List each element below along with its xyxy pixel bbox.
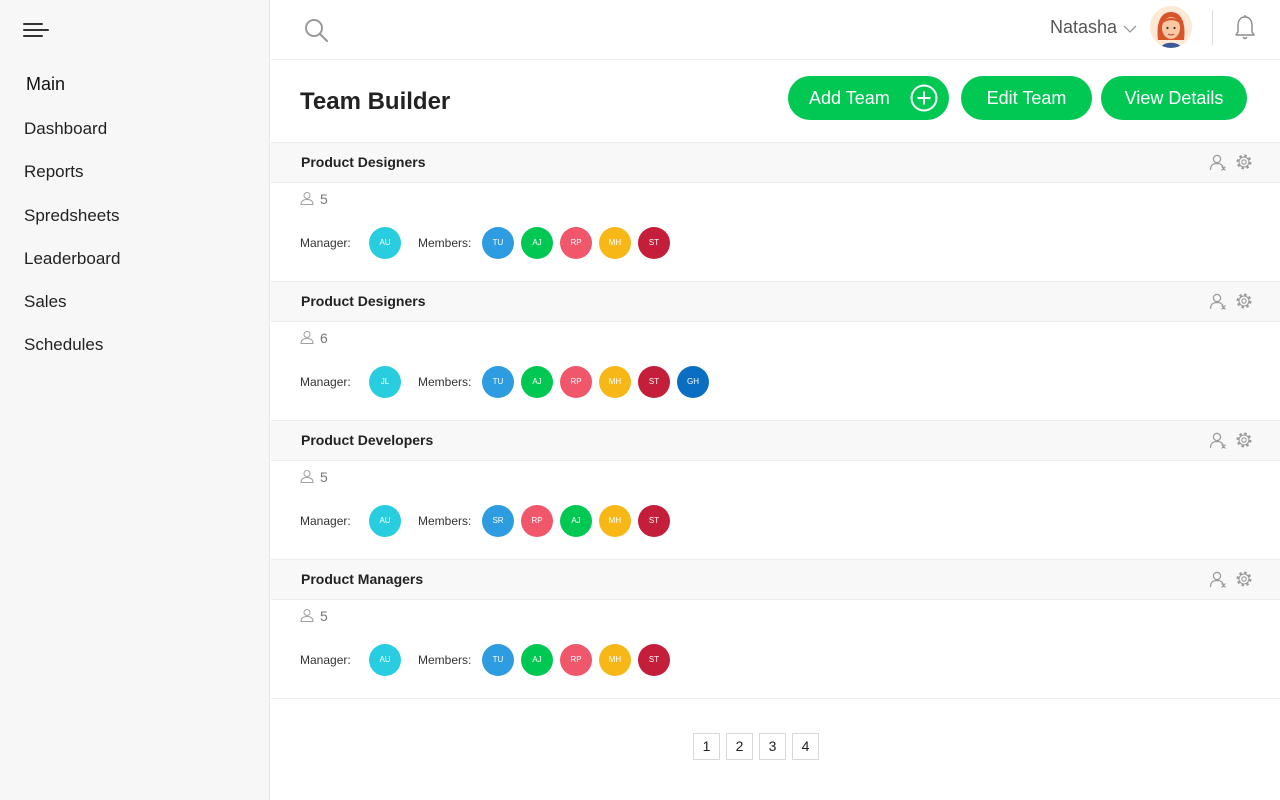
manager-avatar[interactable]: AU [369,644,401,676]
user-icon [300,470,314,483]
page-button-3[interactable]: 3 [759,733,786,760]
team-card: Product Managers 5 Manager: AU Members: TU AJ R… [271,559,1280,698]
sidebar: Main Dashboard Reports Spredsheets Leade… [0,0,270,800]
members-label: Members: [418,653,472,667]
sidebar-item-leaderboard[interactable]: Leaderboard [24,246,120,289]
team-header: Product Developers [271,420,1280,461]
manager-label: Manager: [300,653,351,667]
member-avatar[interactable]: RP [560,227,592,259]
member-avatar[interactable]: AJ [521,644,553,676]
team-card: Product Designers 5 Manager: AU Members: TU AJ… [271,142,1280,281]
avatar-icon [1150,6,1192,48]
add-team-button[interactable]: Add Team [788,76,949,120]
member-avatar[interactable]: MH [599,644,631,676]
team-card: Product Designers 6 Manager: JL Members: TU AJ… [271,281,1280,420]
user-icon [300,192,314,205]
member-avatar[interactable]: TU [482,366,514,398]
member-avatar[interactable]: MH [599,366,631,398]
view-details-button[interactable]: View Details [1101,76,1247,120]
user-remove-icon[interactable] [1209,292,1227,310]
user-remove-icon[interactable] [1209,570,1227,588]
gear-icon[interactable] [1235,431,1253,449]
members-label: Members: [418,375,472,389]
team-header: Product Managers [271,559,1280,600]
member-avatar[interactable]: ST [638,505,670,537]
member-count: 5 [320,608,328,624]
members-label: Members: [418,236,472,250]
team-card: Product Developers 5 Manager: AU Members: SR R… [271,420,1280,559]
sidebar-item-dashboard[interactable]: Dashboard [24,116,120,159]
search-icon[interactable] [303,17,329,43]
sidebar-item-schedules[interactable]: Schedules [24,332,120,375]
team-header: Product Designers [271,142,1280,183]
manager-label: Manager: [300,236,351,250]
member-count: 5 [320,469,328,485]
user-remove-icon[interactable] [1209,431,1227,449]
page-title: Team Builder [300,88,451,115]
team-name[interactable]: Product Designers [301,154,425,170]
member-avatar[interactable]: MH [599,505,631,537]
bell-icon[interactable] [1233,14,1257,42]
member-avatar[interactable]: MH [599,227,631,259]
member-count: 6 [320,330,328,346]
user-name[interactable]: Natasha [1050,17,1117,38]
gear-icon[interactable] [1235,570,1253,588]
sidebar-item-spreadsheets[interactable]: Spredsheets [24,203,120,246]
user-icon [300,609,314,622]
member-avatar[interactable]: ST [638,227,670,259]
menu-icon[interactable] [23,21,50,41]
member-avatar[interactable]: RP [560,366,592,398]
member-avatar[interactable]: AJ [560,505,592,537]
members-label: Members: [418,514,472,528]
divider [1212,10,1213,45]
team-name[interactable]: Product Designers [301,293,425,309]
plus-circle-icon [910,84,938,112]
manager-avatar[interactable]: JL [369,366,401,398]
chevron-down-icon[interactable] [1123,22,1137,36]
user-icon [300,331,314,344]
avatar[interactable] [1150,6,1192,48]
page-button-4[interactable]: 4 [792,733,819,760]
divider [271,698,1280,699]
manager-avatar[interactable]: AU [369,505,401,537]
edit-team-button[interactable]: Edit Team [961,76,1092,120]
member-avatar[interactable]: TU [482,227,514,259]
member-avatar[interactable]: GH [677,366,709,398]
page-button-2[interactable]: 2 [726,733,753,760]
manager-label: Manager: [300,514,351,528]
team-header: Product Designers [271,281,1280,322]
member-avatar[interactable]: AJ [521,227,553,259]
member-avatar[interactable]: AJ [521,366,553,398]
member-avatar[interactable]: ST [638,366,670,398]
gear-icon[interactable] [1235,292,1253,310]
sidebar-nav: Dashboard Reports Spredsheets Leaderboar… [24,116,120,376]
sidebar-section-title: Main [26,74,66,94]
sidebar-item-reports[interactable]: Reports [24,159,120,202]
user-remove-icon[interactable] [1209,153,1227,171]
manager-label: Manager: [300,375,351,389]
sidebar-item-sales[interactable]: Sales [24,289,120,332]
member-avatar[interactable]: SR [482,505,514,537]
gear-icon[interactable] [1235,153,1253,171]
top-bar: Natasha [271,0,1280,60]
member-avatar[interactable]: ST [638,644,670,676]
member-count: 5 [320,191,328,207]
member-avatar[interactable]: TU [482,644,514,676]
team-name[interactable]: Product Managers [301,571,423,587]
pagination: 1 2 3 4 [693,733,825,760]
manager-avatar[interactable]: AU [369,227,401,259]
member-avatar[interactable]: RP [521,505,553,537]
page-button-1[interactable]: 1 [693,733,720,760]
add-team-label: Add Team [809,87,890,108]
team-name[interactable]: Product Developers [301,432,433,448]
member-avatar[interactable]: RP [560,644,592,676]
